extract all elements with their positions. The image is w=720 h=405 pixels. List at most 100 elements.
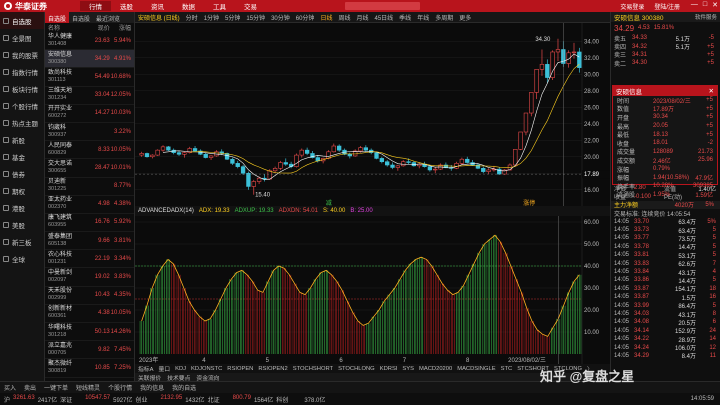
indicator-tab-5[interactable]: RSIOPEN2 [258,366,287,372]
sidebar-item-1[interactable]: 全景图 [0,29,44,46]
sidebar-item-11[interactable]: 港股 [0,199,44,216]
menu-zixun[interactable]: 资讯 [142,1,173,11]
index-status-4[interactable]: 378.0亿 [298,395,328,404]
tab-recent[interactable]: 最近浏览 [93,12,123,23]
bottom-tool-1[interactable]: 卖出 [24,383,36,392]
table-row[interactable]: 亚太药业 002370 4.98 4.38% [45,196,134,214]
table-row[interactable]: 华曙科技 301218 50.13 14.26% [45,323,134,342]
sidebar-item-7[interactable]: 新股 [0,131,44,148]
stock-name-cell: 贝迪新 301225 [48,179,90,193]
period-tab-8[interactable]: 月线 [356,13,368,22]
table-row[interactable]: 华人健康 301408 23.63 5.94% [45,32,134,51]
table-row[interactable]: 人民同泰 600829 8.33 10.05% [45,141,134,160]
indicator-tab-2[interactable]: KDJ [175,366,186,372]
tab-watchlist[interactable]: 自选股 [45,12,70,23]
menu-xuangu[interactable]: 选股 [111,1,142,11]
candle-body [278,162,283,169]
table-row[interactable]: 中曼新剑 002097 19.02 3.83% [45,268,134,287]
sidebar-item-6[interactable]: 热点主题 [0,114,44,131]
sidebar-item-5[interactable]: 个股行情 [0,97,44,114]
user-login-link[interactable]: 登陆/注册 [654,2,680,11]
bottom-tool-4[interactable]: 个股行情 [108,383,132,392]
table-row[interactable]: 派立嘉兆 000705 9.82 7.45% [45,341,134,360]
y-tick-label: 26.00 [584,105,600,111]
sidebar-item-2[interactable]: 我的股票 [0,46,44,63]
bottom-tool-5[interactable]: 我的信息 [140,383,164,392]
indicator-tab-8[interactable]: KDRSI [380,366,398,372]
indicator-name[interactable]: ADVANCEDADX(14) [138,208,194,214]
table-row[interactable]: 创新新材 600361 4.38 10.05% [45,305,134,323]
index-status-3[interactable]: 800.79 1564亿 科创 [230,395,289,404]
bottom-tool-0[interactable]: 买入 [4,383,16,392]
popup-close-icon[interactable]: ✕ [709,87,714,95]
trade-login-link[interactable]: 交易登录 [620,2,644,11]
col-name[interactable]: 名称 [48,23,90,32]
period-tab-5[interactable]: 60分钟 [296,13,315,22]
table-row[interactable]: 安硕信息 300380 34.29 4.91% [45,50,134,69]
table-row[interactable]: 天禾股份 002999 10.43 4.35% [45,287,134,305]
indicator-tab-3[interactable]: KDJONSTC [191,366,222,372]
table-row[interactable]: 交大思诺 300655 28.47 10.01% [45,159,134,178]
close-icon[interactable]: ✕ [712,1,718,9]
table-row[interactable]: 钧崴科 300937 3.22% [45,123,134,142]
indicator-tab-4[interactable]: RSIOPEN [227,366,253,372]
index-status-1[interactable]: 10547.57 5927亿 创业 [82,395,147,404]
sidebar-item-12[interactable]: 美股 [0,216,44,233]
menu-shuju[interactable]: 数据 [173,1,204,11]
minimize-icon[interactable]: — [691,1,698,9]
index-status-0[interactable]: 沪 3261.63 2417亿 深证 [4,395,72,404]
period-tab-9[interactable]: 45日线 [374,13,393,22]
sidebar-item-0[interactable]: 自选股 [0,12,44,29]
period-tab-4[interactable]: 30分钟 [271,13,290,22]
period-tab-13[interactable]: 更多 [459,13,471,22]
sidebar-item-10[interactable]: 期权 [0,182,44,199]
col-price[interactable]: 现价 [90,23,110,32]
watchlist-header: 名称 现价 涨幅 [45,23,134,32]
table-row[interactable]: 致尚科技 301113 54.49 10.68% [45,68,134,87]
menu-jiaoyi[interactable]: 交易 [235,1,266,11]
table-row[interactable]: 康飞建筑 603955 16.76 5.92% [45,214,134,233]
tab-watchlist-2[interactable]: 自选股 [69,12,93,23]
quote-sector[interactable]: 软件服务 [695,13,717,21]
table-row[interactable]: 三维天地 301234 33.04 12.05% [45,87,134,105]
period-tab-6[interactable]: 日线 [320,13,332,22]
search-box[interactable] [345,2,420,10]
bottom-tool-3[interactable]: 短线精灵 [76,383,100,392]
indicator-tab-9[interactable]: SYS [402,366,414,372]
sidebar-item-14[interactable]: 全球 [0,250,44,267]
period-tab-2[interactable]: 5分钟 [225,13,240,22]
table-row[interactable]: 聚杰微纤 300819 10.85 7.25% [45,359,134,378]
period-tab-0[interactable]: 分时 [186,13,198,22]
table-row[interactable]: 开开实业 600272 14.27 10.03% [45,105,134,123]
indicator-tab-12[interactable]: STC [501,366,513,372]
table-row[interactable]: 盛泰集团 605138 9.66 3.81% [45,232,134,251]
table-row[interactable]: 贝迪新 301225 8.77% [45,178,134,196]
bottom-tool-2[interactable]: 一键下单 [44,383,68,392]
kline-chart[interactable]: 34.00 32.00 30.00 28.00 26.00 24.00 22.00 20.00… [135,23,610,206]
indicator-tab-6[interactable]: STOCHSHORT [293,366,333,372]
period-tab-11[interactable]: 年线 [417,13,429,22]
col-pct[interactable]: 涨幅 [110,23,131,32]
popup-extra: 47.9亿 [695,176,713,183]
adx-chart[interactable]: 60.0050.0040.0030.0020.0010.002023年 4 5 6 7 8… [135,216,610,364]
stock-pct: 3.22% [113,128,131,135]
indicator-tab-11[interactable]: MACDSINGLE [457,366,495,372]
maximize-icon[interactable]: □ [703,1,707,9]
period-tab-3[interactable]: 15分钟 [246,13,265,22]
menu-gongju[interactable]: 工具 [204,1,235,11]
period-tab-10[interactable]: 季线 [399,13,411,22]
sidebar-item-13[interactable]: 新三板 [0,233,44,250]
indicator-tab-10[interactable]: MACD20200 [419,366,452,372]
sidebar-item-9[interactable]: 债券 [0,165,44,182]
index-status-2[interactable]: 2132.95 1432亿 北证 [158,395,220,404]
bottom-tool-6[interactable]: 我的自选 [172,383,196,392]
period-tab-7[interactable]: 周线 [338,13,350,22]
sidebar-item-4[interactable]: 板块行情 [0,80,44,97]
table-row[interactable]: 农心科技 001231 22.19 3.34% [45,250,134,269]
indicator-tab-7[interactable]: STOCHLONG [338,366,375,372]
period-tab-1[interactable]: 1分钟 [204,13,219,22]
sidebar-item-3[interactable]: 指数行情 [0,63,44,80]
period-tab-12[interactable]: 多周期 [435,13,453,22]
menu-hangqing[interactable]: 行情 [80,1,111,11]
sidebar-item-8[interactable]: 基金 [0,148,44,165]
